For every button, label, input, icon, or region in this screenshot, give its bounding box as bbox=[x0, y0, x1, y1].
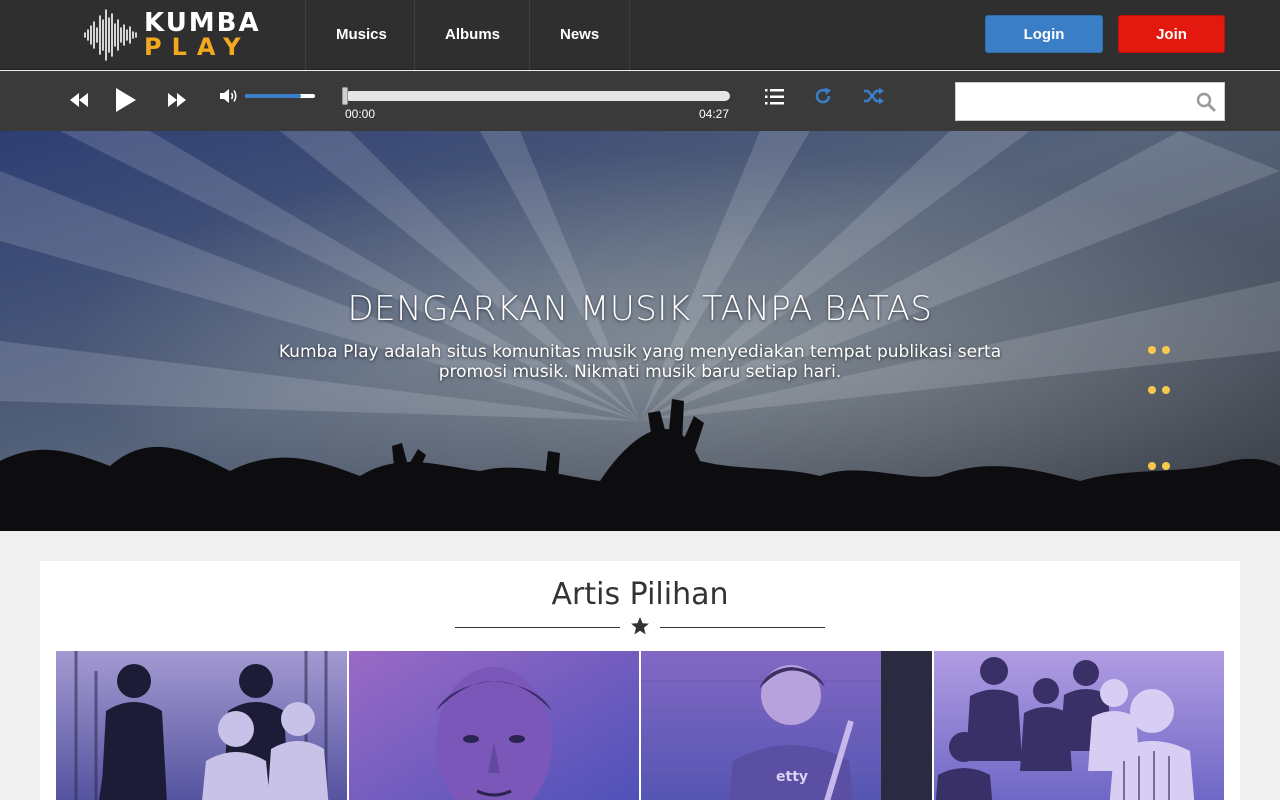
artist-card-4[interactable] bbox=[934, 651, 1224, 800]
repeat-icon[interactable] bbox=[813, 86, 833, 106]
hero-banner: DENGARKAN MUSIK TANPA BATAS Kumba Play a… bbox=[0, 131, 1280, 531]
shuffle-icon[interactable] bbox=[863, 86, 885, 106]
top-navbar: KUMBA PLAY Musics Albums News Login Join bbox=[0, 0, 1280, 70]
nav-item-musics[interactable]: Musics bbox=[306, 0, 415, 70]
section-title: Artis Pilihan bbox=[551, 577, 729, 612]
play-icon[interactable] bbox=[114, 86, 138, 114]
soundwave-icon bbox=[84, 9, 137, 61]
title-divider-left bbox=[455, 627, 620, 628]
volume-level bbox=[245, 94, 301, 98]
playlist-icon[interactable] bbox=[764, 87, 786, 107]
artist-card-2[interactable] bbox=[349, 651, 639, 800]
login-button[interactable]: Login bbox=[985, 15, 1103, 53]
search-box bbox=[955, 82, 1225, 121]
title-divider-right bbox=[660, 627, 825, 628]
artist-card-3[interactable]: etty bbox=[641, 651, 932, 800]
hero-description: Kumba Play adalah situs komunitas musik … bbox=[278, 342, 1002, 382]
volume-slider[interactable] bbox=[245, 94, 315, 98]
main-menu: Musics Albums News bbox=[305, 0, 630, 70]
rewind-icon[interactable] bbox=[68, 91, 90, 109]
current-time: 00:00 bbox=[345, 107, 376, 121]
artist-guitar-icon: etty bbox=[641, 651, 932, 800]
search-icon[interactable] bbox=[1196, 92, 1216, 112]
join-button[interactable]: Join bbox=[1118, 15, 1225, 53]
artist-grid: etty bbox=[56, 651, 1224, 800]
artist-portrait-icon bbox=[349, 651, 639, 800]
seek-handle[interactable] bbox=[342, 87, 348, 105]
fast-forward-icon[interactable] bbox=[166, 91, 188, 109]
nav-item-albums[interactable]: Albums bbox=[415, 0, 530, 70]
search-input[interactable] bbox=[956, 83, 1186, 120]
featured-artists-section: Artis Pilihan etty bbox=[40, 561, 1240, 800]
hero-title: DENGARKAN MUSIK TANPA BATAS bbox=[347, 289, 933, 329]
logo-text-bottom: PLAY bbox=[144, 33, 251, 61]
svg-text:etty: etty bbox=[776, 769, 808, 785]
band-photo-icon bbox=[934, 651, 1224, 800]
volume-icon[interactable] bbox=[219, 87, 239, 105]
audio-player-bar: 00:00 04:27 bbox=[0, 71, 1280, 131]
total-time: 04:27 bbox=[699, 107, 730, 121]
seek-bar[interactable] bbox=[342, 87, 730, 105]
band-photo-icon bbox=[56, 651, 347, 800]
kumba-play-logo[interactable]: KUMBA PLAY bbox=[82, 8, 282, 62]
artist-card-1[interactable] bbox=[56, 651, 347, 800]
star-icon bbox=[631, 617, 649, 635]
nav-item-news[interactable]: News bbox=[530, 0, 630, 70]
concert-background-image bbox=[0, 131, 1280, 531]
